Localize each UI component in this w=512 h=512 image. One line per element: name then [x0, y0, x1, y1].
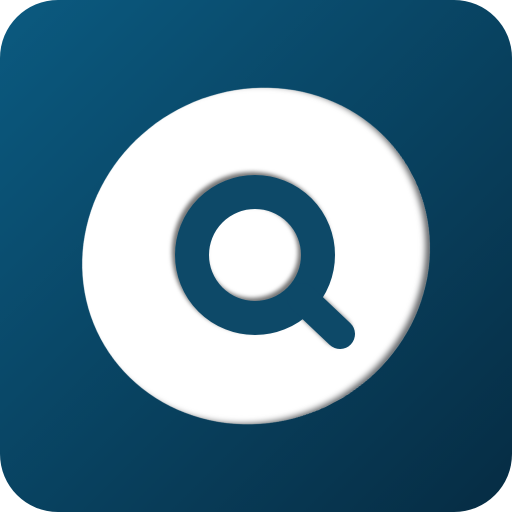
app-icon-graphic	[0, 0, 512, 512]
app-icon[interactable]	[0, 0, 512, 512]
